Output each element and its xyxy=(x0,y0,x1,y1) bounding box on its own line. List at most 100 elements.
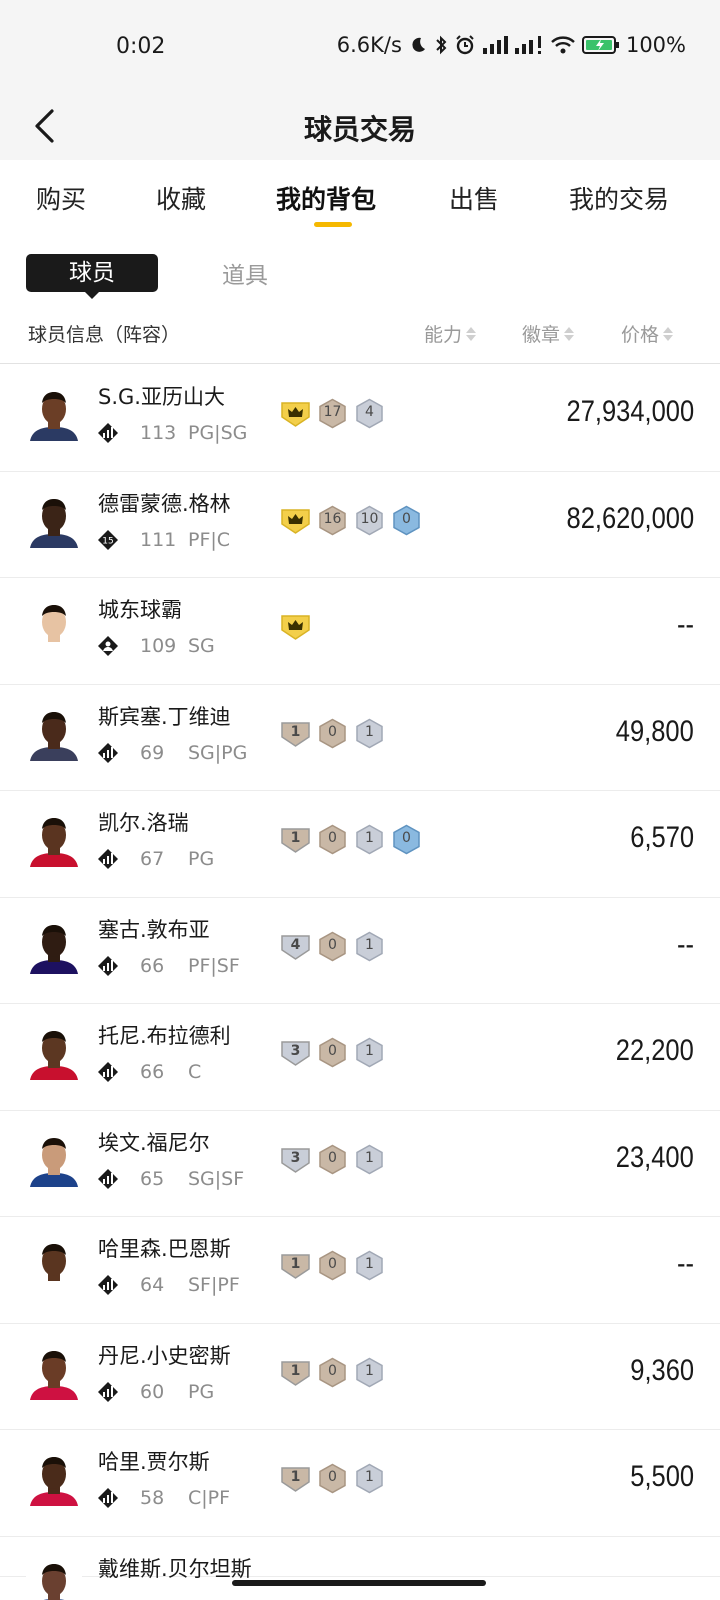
badge-count-hex: 1 xyxy=(354,1037,385,1068)
badge-count-hex: 10 xyxy=(354,505,385,536)
player-row[interactable]: 城东球霸 109 SG -- xyxy=(0,578,720,685)
sort-ability[interactable]: 能力 xyxy=(424,320,477,347)
tab-favorites[interactable]: 收藏 xyxy=(156,180,206,216)
player-name: 埃文.福尼尔 xyxy=(98,1130,210,1155)
tier-badge-number: 1 xyxy=(290,723,301,740)
badge-group: 1 0 1 xyxy=(280,1357,385,1388)
player-row[interactable]: 埃文.福尼尔 65 SG|SF 3 0 1 23,400 xyxy=(0,1111,720,1217)
player-position: SG|SF xyxy=(188,1167,245,1190)
signal-icon xyxy=(482,35,508,55)
badge-group: 4 0 1 xyxy=(280,931,385,962)
player-ability: 113 xyxy=(140,422,177,444)
rating-chart-icon xyxy=(97,635,119,657)
rating-chart-icon xyxy=(97,1061,119,1083)
player-position: PG|SG xyxy=(188,422,248,444)
rating-chart-icon xyxy=(97,955,119,977)
player-row[interactable]: S.G.亚历山大 113 PG|SG 17 4 27,934,000 xyxy=(0,365,720,472)
badge-count: 0 xyxy=(328,830,337,846)
player-ability: 69 xyxy=(140,741,165,764)
tab-my-backpack[interactable]: 我的背包 xyxy=(276,180,376,216)
rating-chart-icon xyxy=(97,742,119,764)
player-ability: 66 xyxy=(140,954,165,977)
rating-badge-number: 15 xyxy=(102,536,113,546)
crown-badge xyxy=(280,611,311,642)
tier-badge-number: 1 xyxy=(290,1256,301,1272)
player-name: S.G.亚历山大 xyxy=(98,385,225,409)
tab-buy[interactable]: 购买 xyxy=(36,180,86,216)
network-speed: 6.6K/s xyxy=(336,33,402,57)
badge-count: 1 xyxy=(365,1149,374,1166)
player-price: 82,620,000 xyxy=(566,501,694,535)
tier-badge-number: 4 xyxy=(290,936,301,953)
sort-badge[interactable]: 徽章 xyxy=(522,320,575,347)
player-row[interactable]: 凯尔.洛瑞 67 PG 1 0 1 0 6,570 xyxy=(0,791,720,898)
player-ability: 66 xyxy=(140,1061,165,1083)
badge-count-hex: 0 xyxy=(391,505,422,536)
player-ability: 60 xyxy=(140,1380,165,1403)
player-row[interactable]: 戴维斯.贝尔坦斯 xyxy=(0,1537,720,1600)
player-avatar xyxy=(26,385,82,441)
player-price: 23,400 xyxy=(615,1140,694,1174)
player-position: SG|PG xyxy=(188,741,248,764)
sort-price[interactable]: 价格 xyxy=(621,320,674,347)
player-avatar xyxy=(26,917,82,974)
rating-chart-icon xyxy=(97,422,119,444)
player-price: -- xyxy=(677,1247,694,1280)
player-row[interactable]: 哈里森.巴恩斯 64 SF|PF 1 0 1 -- xyxy=(0,1217,720,1324)
badge-group: 1 0 1 0 xyxy=(280,824,422,855)
sort-icon xyxy=(564,326,575,341)
player-ability: 58 xyxy=(140,1487,165,1509)
player-avatar xyxy=(26,1556,82,1600)
player-row[interactable]: 斯宾塞.丁维迪 69 SG|PG 1 0 1 49,800 xyxy=(0,685,720,791)
badge-count: 4 xyxy=(365,404,374,420)
player-avatar xyxy=(26,1130,82,1187)
badge-group: 3 0 1 xyxy=(280,1037,385,1068)
badge-count-hex: 0 xyxy=(317,931,348,962)
player-price: 49,800 xyxy=(615,714,694,748)
status-bar: 0:02 6.6K/s 100% xyxy=(0,0,720,96)
badge-count-hex: 1 xyxy=(354,824,385,855)
player-name: 德雷蒙德.格林 xyxy=(98,491,231,516)
badge-count: 1 xyxy=(365,1469,374,1485)
badge-group: 3 0 1 xyxy=(280,1144,385,1175)
player-position: C xyxy=(188,1061,202,1083)
player-row[interactable]: 丹尼.小史密斯 60 PG 1 0 1 9,360 xyxy=(0,1324,720,1430)
subtab-pointer xyxy=(84,291,100,299)
badge-count: 1 xyxy=(365,1043,374,1059)
player-avatar xyxy=(26,1024,82,1080)
sort-icon xyxy=(663,326,674,341)
home-indicator xyxy=(232,1580,486,1586)
subtab-players[interactable]: 球员 xyxy=(26,254,158,292)
moon-icon xyxy=(408,35,428,55)
badge-count: 0 xyxy=(328,1256,337,1272)
player-avatar xyxy=(26,1343,82,1400)
badge-count: 0 xyxy=(328,1149,337,1166)
tab-sell[interactable]: 出售 xyxy=(449,180,499,216)
badge-count: 1 xyxy=(365,723,374,740)
badge-count: 0 xyxy=(328,1469,337,1485)
sort-icon xyxy=(466,326,477,341)
rating-chart-icon xyxy=(97,1381,119,1403)
badge-count: 10 xyxy=(360,510,379,527)
tier-badge: 1 xyxy=(280,1463,311,1494)
tier-badge: 1 xyxy=(280,1250,311,1281)
player-row[interactable]: 托尼.布拉德利 66 C 3 0 1 22,200 xyxy=(0,1004,720,1111)
player-position: PG xyxy=(188,1380,215,1403)
player-position: SF|PF xyxy=(188,1274,240,1296)
player-ability: 67 xyxy=(140,848,165,870)
crown-icon xyxy=(288,620,303,630)
tier-badge-number: 1 xyxy=(290,1469,301,1485)
badge-count: 17 xyxy=(323,404,342,420)
player-avatar xyxy=(26,1450,82,1506)
player-avatar xyxy=(26,491,82,548)
badge-group xyxy=(280,611,311,642)
tier-badge-number: 1 xyxy=(290,1362,301,1379)
player-name: 丹尼.小史密斯 xyxy=(98,1343,231,1368)
subtab-items[interactable]: 道具 xyxy=(222,256,268,290)
tab-my-trades[interactable]: 我的交易 xyxy=(569,180,669,216)
player-row[interactable]: 哈里.贾尔斯 58 C|PF 1 0 1 5,500 xyxy=(0,1430,720,1537)
badge-count: 0 xyxy=(328,723,337,740)
player-row[interactable]: 德雷蒙德.格林 15 111 PF|C 16 10 0 82,620,000 xyxy=(0,472,720,578)
player-row[interactable]: 塞古.敦布亚 66 PF|SF 4 0 1 -- xyxy=(0,898,720,1004)
sort-badge-label: 徽章 xyxy=(522,324,561,346)
